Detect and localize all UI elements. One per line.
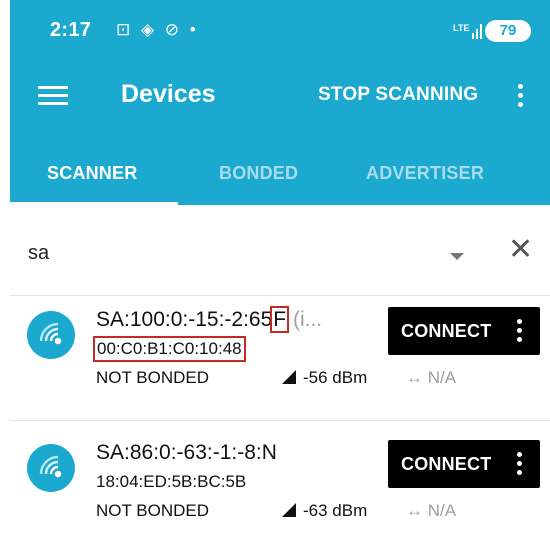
device-row[interactable]: SA:86:0:-63:-1:-8:N 18:04:ED:5B:BC:5B NO… [10, 428, 550, 543]
rssi: -63 dBm [282, 501, 367, 521]
menu-icon[interactable] [38, 82, 70, 108]
interval: ↔ N/A [406, 368, 457, 387]
status-bar: 2:17 ⊡ ◈ ⊘ • LTE 79 [10, 0, 550, 60]
page-title: Devices [121, 80, 216, 108]
device-name: SA:100:0:-15:-2:65F (i... [96, 306, 323, 333]
tab-bonded[interactable]: BONDED [219, 163, 298, 184]
device-mac: 18:04:ED:5B:BC:5B [96, 472, 247, 491]
notification-icons: ⊡ ◈ ⊘ • [116, 20, 199, 39]
bond-state: NOT BONDED [96, 501, 210, 520]
filter-bar: sa ✕ [10, 205, 550, 295]
interval: ↔ N/A [406, 501, 457, 520]
connect-button[interactable]: CONNECT [388, 440, 540, 488]
divider [10, 420, 550, 421]
rssi: -56 dBm [282, 368, 367, 388]
lte-icon: LTE [453, 23, 470, 33]
status-time: 2:17 [50, 19, 92, 41]
bluetooth-device-icon [27, 311, 75, 359]
signal-strength-icon [282, 370, 296, 384]
toolbar: Devices STOP SCANNING [10, 60, 550, 130]
connect-button[interactable]: CONNECT [388, 307, 540, 355]
filter-input[interactable]: sa [28, 242, 49, 265]
battery-icon: 79 [485, 20, 531, 42]
bond-state: NOT BONDED [96, 368, 210, 387]
signal-icon [472, 24, 482, 39]
device-name: SA:86:0:-63:-1:-8:N [96, 441, 277, 464]
signal-strength-icon [282, 503, 296, 517]
more-vert-icon[interactable] [513, 317, 525, 345]
bluetooth-device-icon [27, 444, 75, 492]
device-row[interactable]: SA:100:0:-15:-2:65F (i... 00:C0:B1:C0:10… [10, 295, 550, 420]
app-bar: 2:17 ⊡ ◈ ⊘ • LTE 79 Devices STOP SCANNIN… [10, 0, 550, 205]
more-vert-icon[interactable] [513, 450, 525, 478]
tab-bar: SCANNER BONDED ADVERTISER [10, 145, 550, 205]
highlight-box: F [270, 306, 290, 333]
tab-advertiser[interactable]: ADVERTISER [366, 163, 484, 184]
dropdown-arrow-icon[interactable] [450, 253, 464, 260]
more-vert-icon[interactable] [514, 82, 526, 110]
close-icon[interactable]: ✕ [508, 235, 533, 265]
tab-scanner[interactable]: SCANNER [47, 163, 137, 184]
stop-scanning-button[interactable]: STOP SCANNING [318, 84, 478, 106]
device-mac: 00:C0:B1:C0:10:48 [93, 336, 246, 362]
